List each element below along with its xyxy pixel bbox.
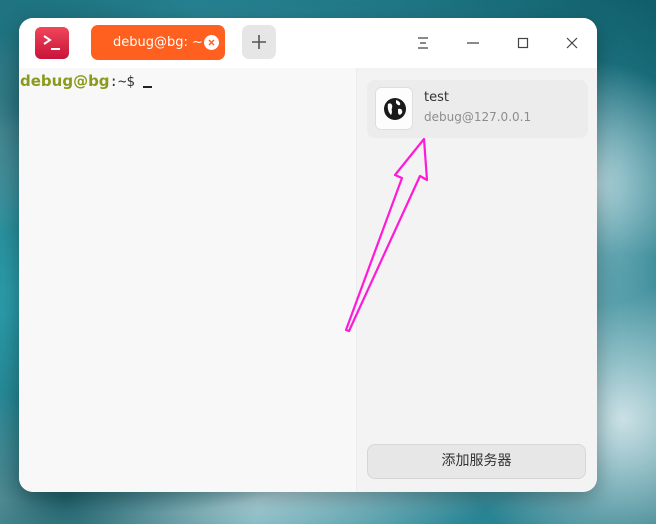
terminal-app-icon xyxy=(35,27,69,59)
menu-button[interactable] xyxy=(412,32,434,54)
prompt-separator: : xyxy=(109,74,118,90)
tab-label: debug@bg: ~ xyxy=(113,35,203,50)
globe-icon xyxy=(384,98,406,120)
minimize-button[interactable] xyxy=(462,32,484,54)
text-cursor xyxy=(142,86,152,88)
close-icon[interactable] xyxy=(204,35,219,50)
remote-management-panel: test debug@127.0.0.1 添加服务器 xyxy=(356,68,597,492)
server-list-item[interactable]: test debug@127.0.0.1 xyxy=(367,80,588,138)
terminal-area[interactable]: debug@bg:~$ xyxy=(19,68,356,492)
prompt-user-host: debug@bg xyxy=(20,72,110,90)
tab-terminal-session[interactable]: debug@bg: ~ xyxy=(91,25,225,60)
server-name: test xyxy=(424,90,449,105)
minimize-icon xyxy=(467,42,479,44)
shell-prompt: debug@bg:~$ xyxy=(20,72,152,90)
prompt-path: ~$ xyxy=(117,74,135,90)
window-close-icon xyxy=(566,37,578,49)
maximize-icon xyxy=(517,37,529,49)
add-server-button[interactable]: 添加服务器 xyxy=(367,444,586,479)
close-window-button[interactable] xyxy=(561,32,583,54)
server-icon-box xyxy=(375,87,413,130)
plus-icon xyxy=(252,35,266,49)
menu-icon xyxy=(418,37,428,49)
terminal-window: debug@bg: ~ debug@bg:~$ test debug@127.0… xyxy=(19,18,597,492)
maximize-button[interactable] xyxy=(512,32,534,54)
server-address: debug@127.0.0.1 xyxy=(424,110,532,124)
new-tab-button[interactable] xyxy=(242,25,276,59)
title-bar: debug@bg: ~ xyxy=(19,18,597,68)
